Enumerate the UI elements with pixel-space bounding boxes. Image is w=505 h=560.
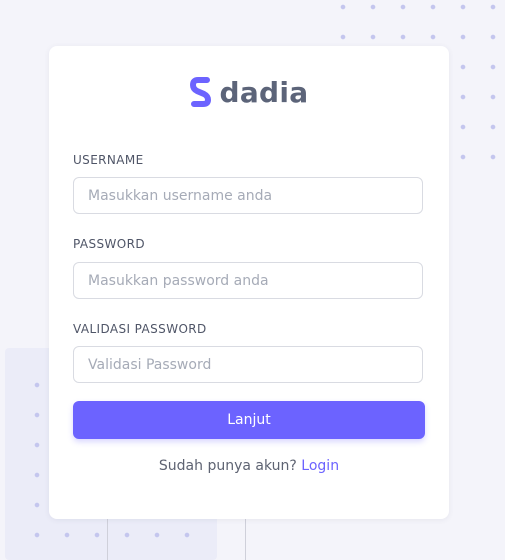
password-input[interactable] — [73, 262, 423, 299]
confirm-password-input[interactable] — [73, 346, 423, 383]
register-card: dadia USERNAME PASSWORD VALIDASI PASSWOR… — [49, 46, 449, 519]
submit-button[interactable]: Lanjut — [73, 401, 425, 439]
username-input[interactable] — [73, 177, 423, 214]
confirm-password-label: VALIDASI PASSWORD — [73, 322, 207, 336]
login-prompt-text: Sudah punya akun? — [158, 458, 297, 474]
brand-logo: dadia — [49, 74, 449, 110]
username-label: USERNAME — [73, 153, 144, 167]
brand-name: dadia — [219, 75, 309, 109]
password-label: PASSWORD — [73, 237, 146, 251]
login-prompt: Sudah punya akun? Login — [49, 458, 449, 474]
login-link[interactable]: Login — [301, 458, 339, 474]
brand-s-icon — [189, 77, 211, 107]
